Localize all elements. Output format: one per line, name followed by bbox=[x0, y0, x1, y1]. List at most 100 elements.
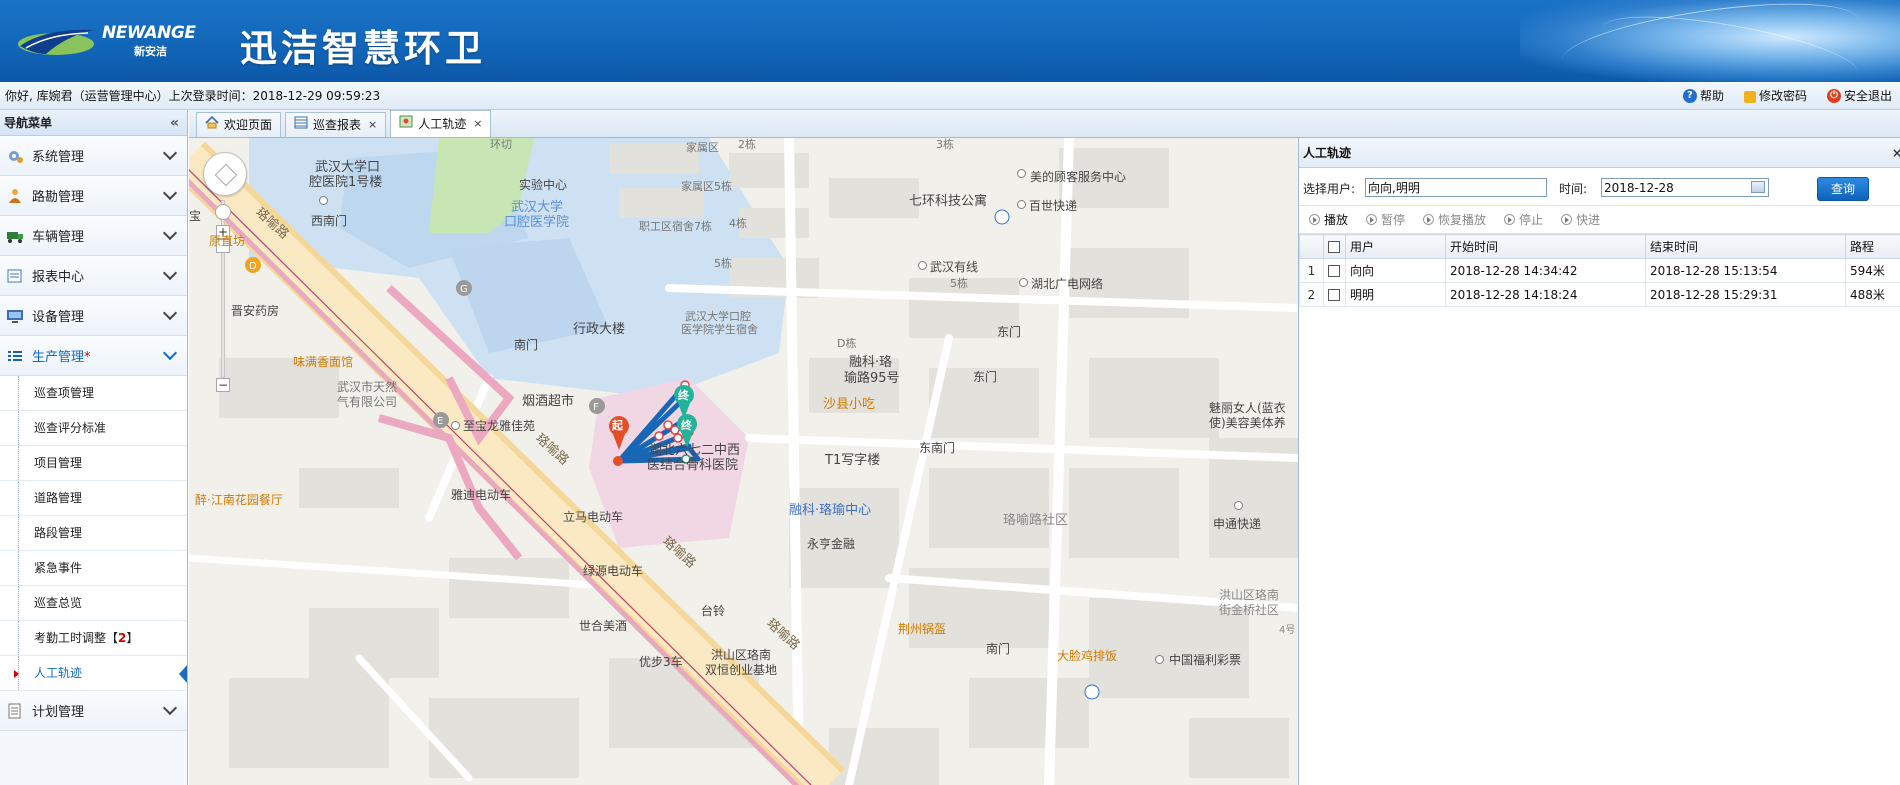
map-pan-control[interactable] bbox=[203, 152, 247, 196]
track-end-marker[interactable]: 终 bbox=[678, 389, 689, 403]
map-view[interactable]: G F E D + − 武汉大学口 腔医院1号楼 西南门 实验中心 武汉大学 口… bbox=[189, 138, 1298, 785]
column-header[interactable]: 路程 bbox=[1845, 234, 1900, 259]
table-row[interactable]: 2 明明 2018-12-28 14:18:24 2018-12-28 15:2… bbox=[1299, 282, 1900, 307]
sidebar-item-attendance[interactable]: 考勤工时调整【2】 bbox=[0, 621, 187, 656]
tab-welcome[interactable]: 欢迎页面 bbox=[196, 112, 282, 137]
chevron-down-icon bbox=[162, 700, 178, 716]
map-canvas: G F E D bbox=[189, 138, 1298, 785]
map-poi-label: 洪山区珞南 bbox=[1219, 588, 1280, 602]
calendar-icon[interactable] bbox=[1751, 181, 1765, 193]
menu-report[interactable]: 报表中心 bbox=[0, 256, 187, 296]
chevron-down-icon bbox=[162, 265, 178, 281]
svg-text:F: F bbox=[593, 402, 599, 413]
end-time-cell: 2018-12-28 15:29:31 bbox=[1645, 282, 1846, 307]
change-password-link[interactable]: 修改密码 bbox=[1743, 82, 1807, 110]
zoom-out-button[interactable]: − bbox=[216, 378, 230, 392]
tab-inspection-report[interactable]: 巡查报表 × bbox=[285, 112, 387, 137]
logout-link[interactable]: ⏻ 安全退出 bbox=[1826, 82, 1892, 110]
pause-button[interactable]: 暂停 bbox=[1366, 211, 1405, 228]
tab-manual-track[interactable]: 人工轨迹 × bbox=[390, 110, 492, 137]
column-header[interactable]: 结束时间 bbox=[1645, 234, 1846, 259]
map-poi-label: 口腔医学院 bbox=[504, 215, 570, 230]
map-poi-label: 武汉大学口 bbox=[315, 160, 381, 175]
map-poi-label: 腔医院1号楼 bbox=[309, 175, 383, 190]
map-poi-label: 3栋 bbox=[936, 138, 954, 151]
menu-survey[interactable]: 路勘管理 bbox=[0, 176, 187, 216]
track-end-marker[interactable]: 终 bbox=[681, 419, 692, 433]
select-all-checkbox[interactable] bbox=[1328, 241, 1340, 253]
sub-label: 人工轨迹 bbox=[34, 666, 83, 680]
power-icon: ⏻ bbox=[1826, 89, 1841, 103]
map-poi-label: 珞喻路社区 bbox=[1003, 513, 1069, 528]
sidebar-item-scoring[interactable]: 巡查评分标准 bbox=[0, 411, 187, 446]
sidebar-item-roads[interactable]: 道路管理 bbox=[0, 481, 187, 516]
row-checkbox-cell bbox=[1323, 258, 1346, 283]
row-checkbox[interactable] bbox=[1328, 265, 1340, 277]
row-checkbox[interactable] bbox=[1328, 289, 1340, 301]
chevron-down-icon bbox=[162, 345, 178, 361]
logo-swoosh-icon bbox=[18, 29, 94, 55]
document-icon bbox=[6, 703, 24, 719]
tree-line bbox=[18, 376, 19, 410]
tree-line bbox=[18, 446, 19, 480]
track-start-marker[interactable]: 起 bbox=[612, 419, 623, 433]
date-input[interactable] bbox=[1601, 178, 1769, 197]
poi-pin-icon bbox=[1019, 278, 1028, 287]
map-poi-label: 武汉市天然 bbox=[337, 380, 398, 394]
zoom-slider-knob[interactable] bbox=[215, 204, 231, 220]
sidebar-item-emergency[interactable]: 紧急事件 bbox=[0, 551, 187, 586]
collapse-sidebar-icon[interactable]: « bbox=[170, 110, 179, 136]
menu-production[interactable]: 生产管理* bbox=[0, 336, 187, 376]
sidebar-item-inspection-items[interactable]: 巡查项管理 bbox=[0, 376, 187, 411]
menu-vehicle[interactable]: 车辆管理 bbox=[0, 216, 187, 256]
panel-title: 人工轨迹 bbox=[1303, 146, 1352, 160]
menu-device[interactable]: 设备管理 bbox=[0, 296, 187, 336]
login-info-text: 你好, 库婉君（运营管理中心）上次登录时间：2018-12-29 09:59:2… bbox=[5, 89, 381, 103]
sidebar-item-projects[interactable]: 项目管理 bbox=[0, 446, 187, 481]
table-row[interactable]: 1 向向 2018-12-28 14:34:42 2018-12-28 15:1… bbox=[1299, 258, 1900, 283]
menu-plan[interactable]: 计划管理 bbox=[0, 691, 187, 731]
map-poi-label: 瑜路95号 bbox=[844, 371, 900, 386]
column-header[interactable]: 用户 bbox=[1345, 234, 1446, 259]
distance-cell: 594米 bbox=[1845, 258, 1900, 283]
map-poi-label: 湖北六七二中西 bbox=[649, 443, 741, 458]
svg-text:G: G bbox=[460, 284, 468, 295]
play-button[interactable]: 播放 bbox=[1309, 211, 1348, 228]
poi-pin-icon bbox=[1017, 200, 1026, 209]
tool-label: 恢复播放 bbox=[1438, 213, 1487, 227]
menu-system[interactable]: 系统管理 bbox=[0, 136, 187, 176]
close-tab-icon[interactable]: × bbox=[473, 112, 482, 136]
sub-label: 项目管理 bbox=[34, 456, 83, 470]
close-tab-icon[interactable]: × bbox=[368, 113, 377, 137]
poi-pin-icon bbox=[1234, 501, 1243, 510]
worker-icon bbox=[6, 188, 24, 204]
resume-button[interactable]: 恢复播放 bbox=[1423, 211, 1486, 228]
start-time-cell: 2018-12-28 14:34:42 bbox=[1445, 258, 1646, 283]
chevron-down-icon bbox=[162, 185, 178, 201]
query-button[interactable]: 查询 bbox=[1817, 177, 1869, 201]
tree-line bbox=[18, 481, 19, 515]
report-icon bbox=[6, 268, 24, 284]
sidebar-item-inspection-overview[interactable]: 巡查总览 bbox=[0, 586, 187, 621]
sidebar-item-road-sections[interactable]: 路段管理 bbox=[0, 516, 187, 551]
map-poi-label: 沙县小吃 bbox=[823, 397, 876, 412]
sub-label: 巡查项管理 bbox=[34, 386, 95, 400]
header-globe-graphic bbox=[1520, 0, 1900, 82]
table-header-row: 用户 开始时间 结束时间 路程 bbox=[1299, 234, 1900, 259]
column-header[interactable]: 开始时间 bbox=[1445, 234, 1646, 259]
poi-pin-icon bbox=[319, 196, 328, 205]
user-select-input[interactable] bbox=[1365, 178, 1547, 197]
map-poi-label: 环切 bbox=[490, 138, 512, 151]
close-panel-icon[interactable]: × bbox=[1892, 138, 1900, 168]
stop-button[interactable]: 停止 bbox=[1504, 211, 1543, 228]
tool-label: 播放 bbox=[1324, 213, 1349, 227]
menu-label: 路勘管理 bbox=[32, 190, 85, 205]
fast-forward-button[interactable]: 快进 bbox=[1561, 211, 1600, 228]
map-poi-label: 世合美酒 bbox=[579, 619, 628, 633]
help-link[interactable]: ? 帮助 bbox=[1682, 82, 1724, 110]
sidebar-item-manual-track[interactable]: 人工轨迹 bbox=[0, 656, 187, 691]
table-icon bbox=[294, 113, 308, 137]
map-poi-label: 申通快递 bbox=[1213, 517, 1262, 531]
map-poi-label: 街金桥社区 bbox=[1219, 603, 1280, 617]
map-poi-label: 武汉大学 bbox=[511, 200, 564, 215]
